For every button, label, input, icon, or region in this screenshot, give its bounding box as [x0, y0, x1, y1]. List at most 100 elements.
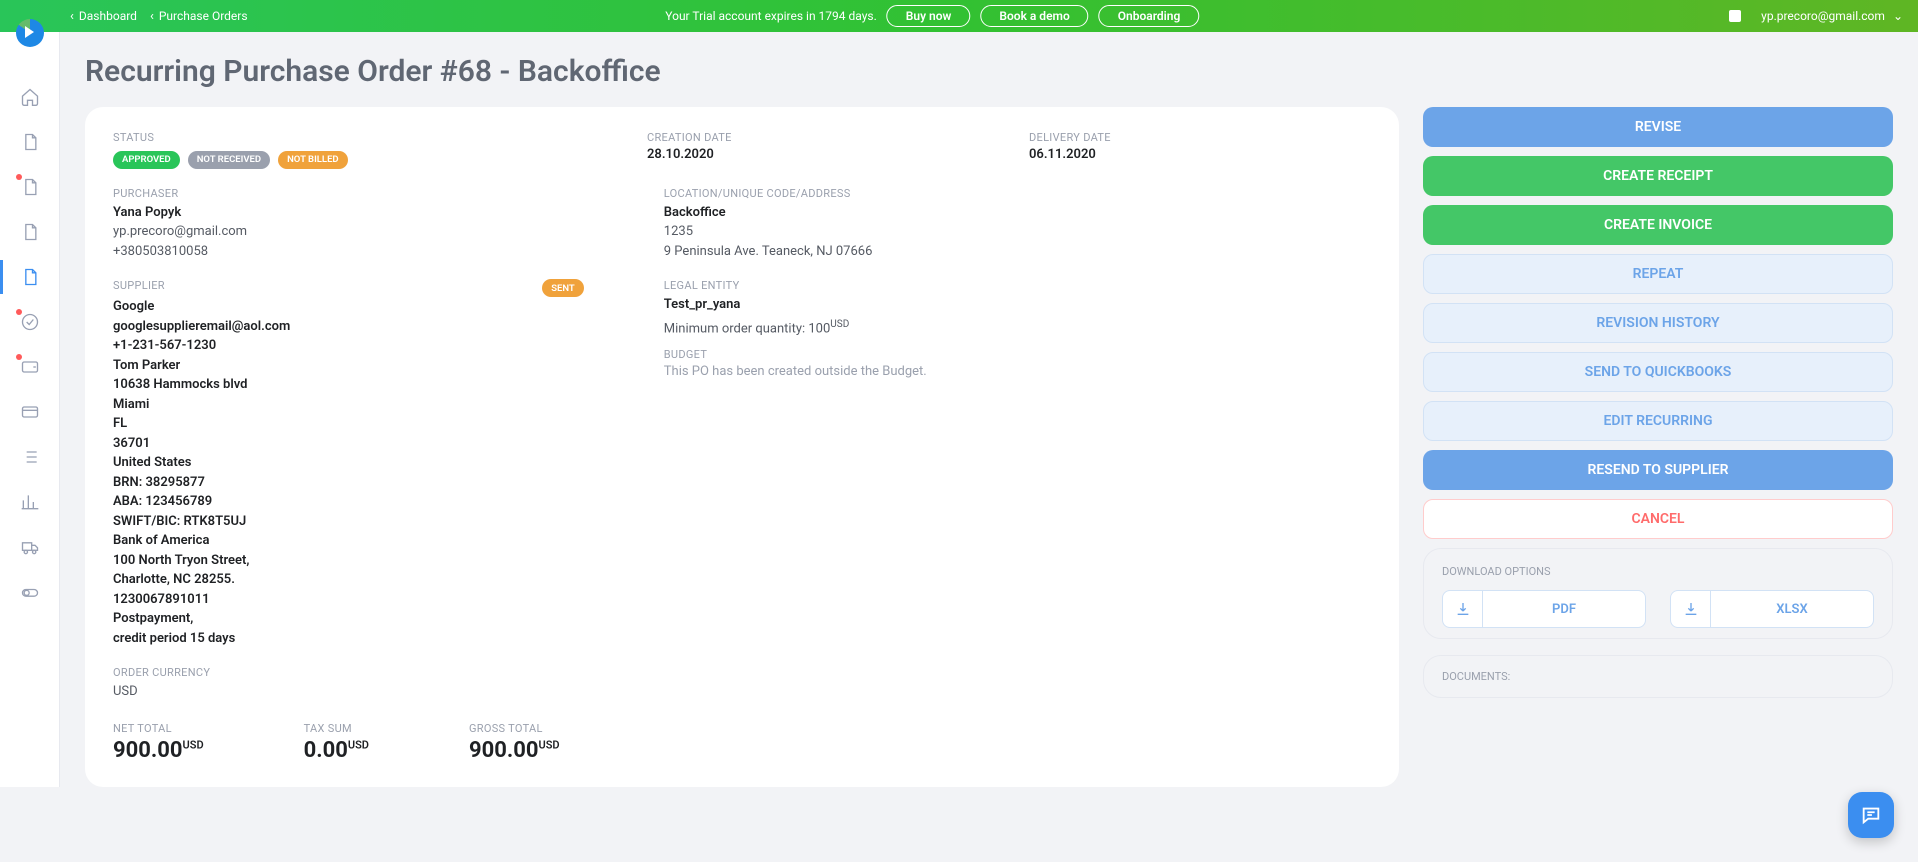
supplier-sent-badge: SENT [542, 279, 584, 297]
buy-now-button[interactable]: Buy now [887, 5, 971, 27]
supplier-phone: +1-231-567-1230 [113, 336, 624, 356]
document-icon [20, 267, 40, 287]
document-icon [20, 132, 40, 152]
home-icon [20, 87, 40, 107]
main-area: Recurring Purchase Order #68 - Backoffic… [60, 32, 1918, 787]
breadcrumb-dashboard[interactable]: ‹Dashboard [70, 9, 137, 24]
repeat-button[interactable]: REPEAT [1423, 254, 1893, 294]
user-block: yp.precoro@gmail.com⌄ [1729, 9, 1903, 23]
app-logo[interactable] [16, 19, 44, 47]
document-icon [20, 177, 40, 197]
nav-wallet[interactable] [0, 350, 60, 384]
supplier-name: Google [113, 297, 624, 317]
download-options-label: DOWNLOAD OPTIONS [1442, 565, 1874, 578]
book-demo-button[interactable]: Book a demo [980, 5, 1088, 27]
tax-sum-label: TAX SUM [304, 722, 369, 735]
supplier-aba: ABA: 123456789 [113, 492, 624, 512]
download-options-box: DOWNLOAD OPTIONS PDF XLSX [1423, 548, 1893, 639]
nav-approve[interactable] [0, 305, 60, 339]
revision-history-button[interactable]: REVISION HISTORY [1423, 303, 1893, 343]
supplier-swift: SWIFT/BIC: RTK8T5UJ [113, 512, 624, 532]
creation-date-value: 28.10.2020 [647, 147, 989, 162]
wallet-icon [20, 357, 40, 377]
legal-entity-label: LEGAL ENTITY [664, 279, 1371, 292]
status-not-billed-badge: NOT BILLED [278, 151, 348, 169]
nav-doc-3[interactable] [0, 215, 60, 249]
purchaser-email: yp.precoro@gmail.com [113, 222, 624, 242]
create-receipt-button[interactable]: CREATE RECEIPT [1423, 156, 1893, 196]
supplier-contact: Tom Parker [113, 356, 624, 376]
documents-label: DOCUMENTS: [1442, 670, 1874, 683]
download-xlsx-button[interactable]: XLSX [1670, 590, 1874, 628]
toggle-icon [20, 582, 40, 602]
order-currency-label: ORDER CURRENCY [113, 666, 1371, 679]
chart-icon [20, 492, 40, 512]
legal-entity-value: Test_pr_yana [664, 295, 1371, 315]
chat-icon [1860, 804, 1882, 826]
revise-button[interactable]: REVISE [1423, 107, 1893, 147]
chevron-left-icon: ‹ [70, 9, 74, 24]
onboarding-button[interactable]: Onboarding [1099, 5, 1200, 27]
document-icon [20, 222, 40, 242]
credit-card-icon [20, 402, 40, 422]
left-rail [0, 32, 60, 787]
nav-shipping[interactable] [0, 530, 60, 564]
user-menu[interactable]: yp.precoro@gmail.com⌄ [1761, 9, 1903, 23]
supplier-country: United States [113, 453, 624, 473]
purchaser-phone: +380503810058 [113, 242, 624, 262]
documents-box: DOCUMENTS: [1423, 655, 1893, 698]
cancel-button[interactable]: CANCEL [1423, 499, 1893, 539]
nav-doc-1[interactable] [0, 125, 60, 159]
top-banner: ‹Dashboard ‹Purchase Orders Your Trial a… [0, 0, 1918, 32]
location-label: LOCATION/UNIQUE CODE/ADDRESS [664, 187, 1371, 200]
breadcrumb-purchase-orders[interactable]: ‹Purchase Orders [150, 9, 248, 24]
chevron-down-icon: ⌄ [1893, 9, 1903, 23]
status-not-received-badge: NOT RECEIVED [188, 151, 270, 169]
edit-recurring-button[interactable]: EDIT RECURRING [1423, 401, 1893, 441]
po-details-card: STATUS APPROVED NOT RECEIVED NOT BILLED … [85, 107, 1399, 787]
nav-home[interactable] [0, 80, 60, 114]
location-name: Backoffice [664, 203, 1371, 223]
supplier-bank: Bank of America [113, 531, 624, 551]
download-icon [1671, 591, 1711, 627]
nav-reports[interactable] [0, 485, 60, 519]
nav-settings[interactable] [0, 575, 60, 609]
nav-list[interactable] [0, 440, 60, 474]
supplier-zip: 36701 [113, 434, 624, 454]
supplier-state: FL [113, 414, 624, 434]
breadcrumbs: ‹Dashboard ‹Purchase Orders [70, 9, 248, 24]
nav-purchase-orders[interactable] [0, 260, 60, 294]
location-code: 1235 [664, 222, 1371, 242]
budget-text: This PO has been created outside the Bud… [664, 364, 1371, 379]
supplier-terms2: credit period 15 days [113, 629, 624, 649]
check-circle-icon [20, 312, 40, 332]
creation-date-label: CREATION DATE [647, 131, 989, 144]
create-invoice-button[interactable]: CREATE INVOICE [1423, 205, 1893, 245]
supplier-acct: 1230067891011 [113, 590, 624, 610]
supplier-brn: BRN: 38295877 [113, 473, 624, 493]
purchaser-label: PURCHASER [113, 187, 624, 200]
chevron-left-icon: ‹ [150, 9, 154, 24]
budget-label: BUDGET [664, 348, 1371, 361]
download-icon [1443, 591, 1483, 627]
app-icon[interactable] [1729, 10, 1741, 22]
trial-text: Your Trial account expires in 1794 days. [665, 9, 876, 23]
net-total-value: 900.00USD [113, 738, 204, 763]
chat-widget[interactable] [1848, 792, 1894, 838]
download-pdf-button[interactable]: PDF [1442, 590, 1646, 628]
supplier-email: googlesupplieremail@aol.com [113, 317, 624, 337]
nav-doc-2[interactable] [0, 170, 60, 204]
min-order-text: Minimum order quantity: 100USD [664, 319, 1371, 336]
order-currency-value: USD [113, 682, 1371, 702]
gross-total-label: GROSS TOTAL [469, 722, 560, 735]
trial-strip: Your Trial account expires in 1794 days.… [665, 5, 1199, 27]
send-quickbooks-button[interactable]: SEND TO QUICKBOOKS [1423, 352, 1893, 392]
list-icon [20, 447, 40, 467]
net-total-label: NET TOTAL [113, 722, 204, 735]
resend-supplier-button[interactable]: RESEND TO SUPPLIER [1423, 450, 1893, 490]
supplier-addr1: 10638 Hammocks blvd [113, 375, 624, 395]
nav-card[interactable] [0, 395, 60, 429]
supplier-city: Miami [113, 395, 624, 415]
location-address: 9 Peninsula Ave. Teaneck, NJ 07666 [664, 242, 1371, 262]
status-label: STATUS [113, 131, 607, 144]
